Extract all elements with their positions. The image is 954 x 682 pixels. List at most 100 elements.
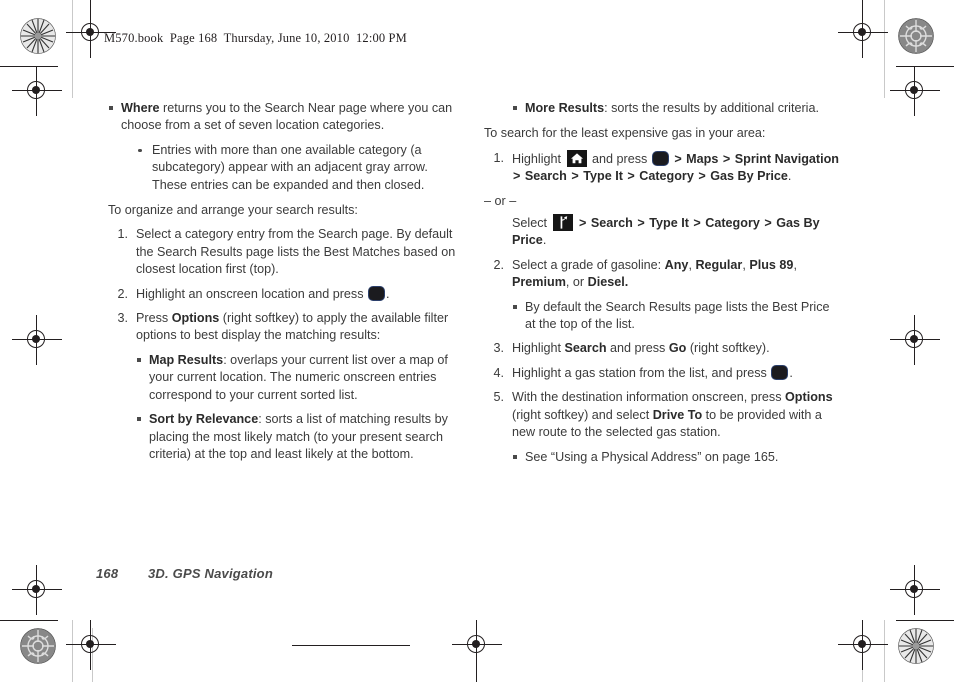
guide-line-right [884, 0, 885, 98]
square-bullet-icon [513, 106, 517, 110]
alt-select-text: Select [512, 216, 551, 231]
guide-line-center-bottom [92, 628, 93, 682]
gas-search-intro: To search for the least expensive gas in… [484, 125, 842, 142]
ok-key-icon[interactable] [651, 150, 669, 166]
step-text-2: (right softkey) and select [512, 407, 653, 422]
guide-line-left-bottom [72, 620, 73, 682]
swirl-target-bottom-left [20, 628, 56, 664]
guide-line-center-bottom-2 [862, 628, 863, 682]
grade-any: Any [664, 257, 689, 272]
step-number: 4. [493, 365, 504, 380]
trim-rule-top-center-right [862, 0, 864, 14]
step-text-end: . [386, 286, 390, 301]
or-separator: – or – [484, 193, 842, 210]
step-text: Highlight [512, 341, 565, 356]
right-text-column: More Results: sorts the results by addit… [484, 100, 842, 473]
registration-mark-lower-right [890, 565, 940, 615]
step-number: 1. [493, 150, 504, 165]
swirl-target-bottom-right [898, 628, 934, 664]
or-separator-text: – or – [484, 193, 517, 208]
list-item: 2. Select a grade of gasoline: Any, Regu… [484, 257, 842, 292]
step-text-end: (right softkey). [686, 341, 770, 356]
registration-mark-top-right [838, 8, 888, 58]
list-item: 2. Highlight an onscreen location and pr… [108, 285, 464, 303]
list-item: More Results: sorts the results by addit… [512, 100, 842, 117]
step-number: 2. [117, 286, 128, 301]
registration-mark-top-left [66, 8, 116, 58]
label-search: Search [564, 341, 607, 356]
swirl-target-top-right [898, 18, 934, 54]
guide-line-left [72, 0, 73, 98]
footer-section-title: 3D. GPS Navigation [148, 566, 273, 581]
page-footer: 168 3D. GPS Navigation [96, 566, 273, 581]
registration-mark-bottom-right [838, 620, 888, 670]
step-number: 1. [117, 227, 128, 242]
term-more-results-desc: : sorts the results by additional criter… [604, 101, 819, 115]
step-text-2: and press [606, 341, 669, 356]
menu-drive-to: Drive To [652, 407, 703, 422]
list-item: See “Using a Physical Address” on page 1… [512, 449, 842, 466]
list-item: 3. Highlight Search and press Go (right … [484, 340, 842, 357]
alt-period: . [542, 233, 547, 248]
step-text: Highlight a gas station from the list, a… [512, 365, 771, 380]
registration-mark-mid-left [12, 66, 62, 116]
entries-subcategory-text: Entries with more than one available cat… [152, 142, 428, 192]
softkey-options-label: Options [785, 390, 833, 405]
registration-mark-mid-right [890, 66, 940, 116]
registration-mark-center-left [12, 315, 62, 365]
list-item: 3. Press Options (right softkey) to appl… [108, 310, 464, 345]
ok-key-icon[interactable] [771, 364, 789, 380]
grade-premium: Premium [512, 275, 566, 290]
guide-line-right-bottom [884, 620, 885, 682]
step-number: 3. [493, 341, 504, 356]
book-file-header: M570.book Page 168 Thursday, June 10, 20… [104, 31, 407, 45]
cross-reference: See “Using a Physical Address” on page 1… [525, 449, 779, 464]
square-bullet-icon [109, 106, 113, 110]
manual-page: { "header": { "text": "M570.book Page 16… [0, 0, 954, 682]
list-item: 4. Highlight a gas station from the list… [484, 364, 842, 382]
organize-results-intro: To organize and arrange your search resu… [108, 202, 464, 219]
square-bullet-icon [513, 454, 517, 459]
left-text-column: Where returns you to the Search Near pag… [108, 100, 464, 470]
trim-rule-bottom-center-h [292, 645, 410, 647]
list-item: 1. Select a category entry from the Sear… [108, 226, 464, 278]
list-item: Where returns you to the Search Near pag… [108, 100, 464, 135]
trim-rule-top-center-left [90, 0, 92, 14]
registration-mark-center-right [890, 315, 940, 365]
list-item: By default the Search Results page lists… [512, 299, 842, 334]
ok-key-icon[interactable] [368, 285, 386, 301]
grade-diesel: Diesel [587, 275, 625, 290]
organize-results-intro-text: To organize and arrange your search resu… [108, 203, 358, 218]
square-bullet-icon [137, 417, 141, 422]
list-item: Sort by Relevance: sorts a list of match… [136, 411, 464, 463]
step-text: Select a category entry from the Search … [136, 227, 456, 277]
step-text-2: and press [588, 151, 651, 166]
grade-regular: Regular [695, 257, 743, 272]
starburst-target-top-left [20, 18, 56, 54]
square-bullet-icon [513, 304, 517, 309]
term-more-results: More Results [525, 101, 605, 115]
sep-or: , or [565, 275, 588, 290]
term-where: Where [121, 101, 160, 115]
step-number: 5. [493, 390, 504, 405]
trim-rule-bottom-left [0, 620, 58, 622]
trim-rule-top-left [0, 66, 58, 68]
list-item: 5. With the destination information onsc… [484, 389, 842, 441]
square-bullet-icon [137, 357, 141, 362]
gas-search-intro-text: To search for the least expensive gas in… [484, 126, 766, 141]
grade-plus-89: Plus 89 [749, 257, 794, 272]
step-text: With the destination information onscree… [512, 390, 786, 405]
step-text: Press [136, 311, 172, 326]
home-icon[interactable] [566, 149, 587, 167]
softkey-go-label: Go [668, 341, 687, 356]
alternate-path: Select > Search > Type It > Category > G… [512, 214, 842, 250]
list-item: Entries with more than one available cat… [134, 142, 464, 194]
term-map-results: Map Results [149, 352, 224, 367]
step-text: Highlight an onscreen location and press [136, 286, 368, 301]
registration-mark-bottom-center [452, 620, 502, 670]
registration-mark-lower-left [12, 565, 62, 615]
registration-mark-bottom-left [66, 620, 116, 670]
step-number: 2. [493, 257, 504, 272]
trim-rule-bottom-right [896, 620, 954, 622]
navigation-fork-icon[interactable] [552, 214, 573, 232]
